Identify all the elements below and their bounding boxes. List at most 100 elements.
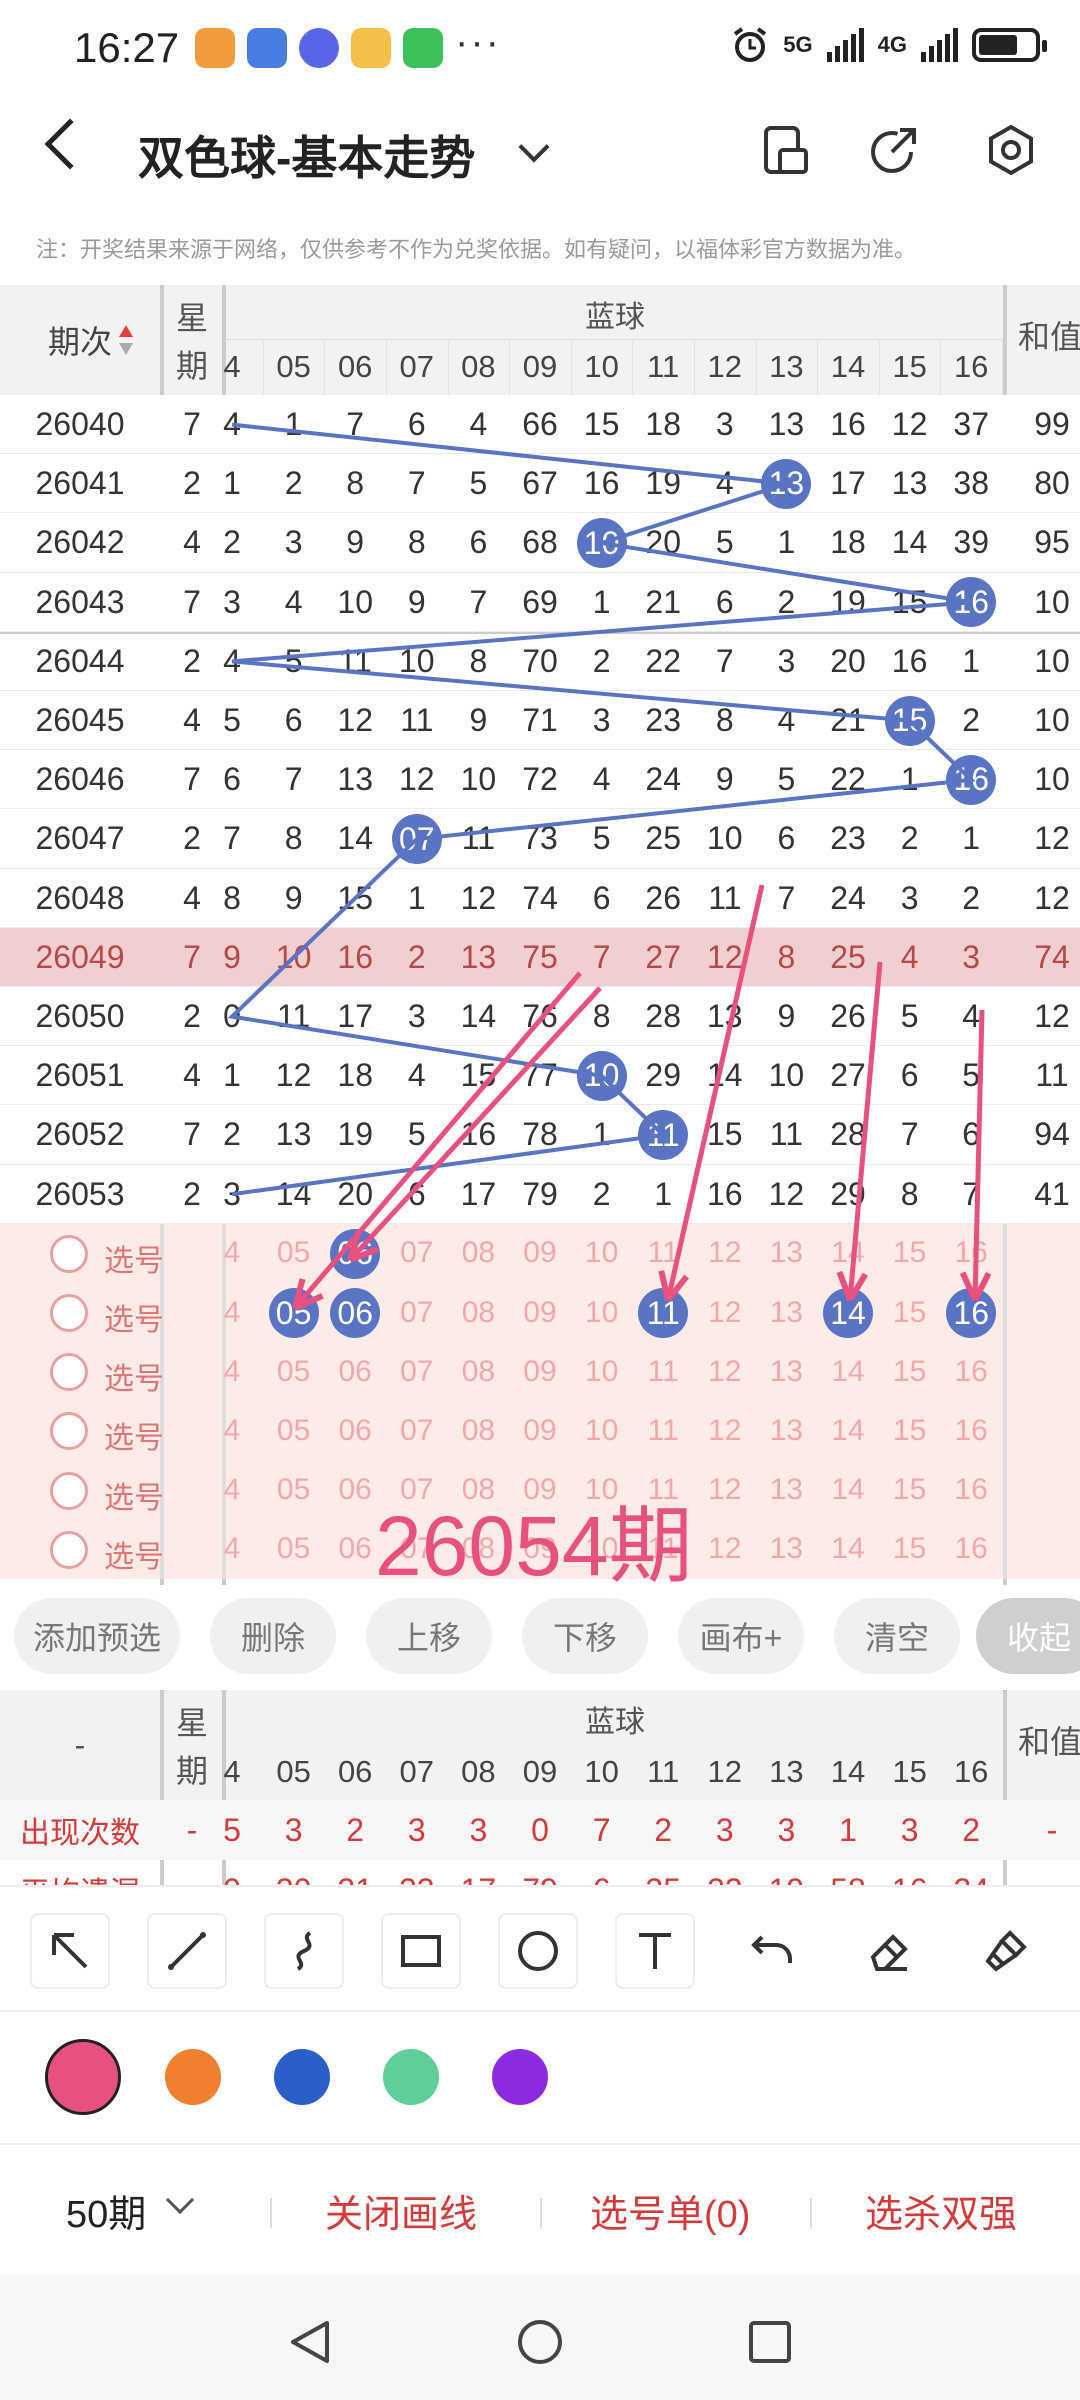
pick-number[interactable]: 05 bbox=[263, 1520, 325, 1579]
pick-number[interactable]: 13 bbox=[756, 1401, 818, 1460]
selected-ball[interactable]: 06 bbox=[330, 1288, 381, 1338]
pick-number[interactable]: 13 bbox=[756, 1461, 818, 1520]
pick-number[interactable]: 16 bbox=[940, 1520, 1002, 1579]
period-selector[interactable]: 50期 bbox=[66, 2183, 146, 2238]
pick-number[interactable]: 14 bbox=[817, 1520, 879, 1579]
pick-number[interactable]: 16 bbox=[940, 1342, 1002, 1401]
pick-number[interactable]: 15 bbox=[879, 1224, 941, 1283]
pick-number[interactable]: 07 bbox=[386, 1283, 448, 1342]
pick-number[interactable]: 15 bbox=[879, 1283, 941, 1342]
sort-icon[interactable] bbox=[118, 323, 134, 357]
pick-radio[interactable] bbox=[50, 1530, 88, 1569]
pick-radio[interactable] bbox=[50, 1294, 88, 1332]
pick-number[interactable]: 16 bbox=[940, 1461, 1002, 1520]
pick-number[interactable]: 12 bbox=[694, 1342, 756, 1401]
pick-number[interactable]: 14 bbox=[817, 1401, 879, 1460]
eraser-tool-icon[interactable] bbox=[849, 1913, 929, 1989]
close-lines-button[interactable]: 关闭画线 bbox=[325, 2183, 477, 2238]
pick-number[interactable]: 4 bbox=[201, 1461, 263, 1520]
selected-ball[interactable]: 11 bbox=[638, 1288, 689, 1338]
color-swatch[interactable] bbox=[45, 2039, 121, 2115]
pick-number[interactable]: 14 bbox=[817, 1224, 879, 1283]
color-swatch[interactable] bbox=[492, 2049, 548, 2105]
pick-number[interactable]: 12 bbox=[694, 1283, 756, 1342]
nav-back-icon[interactable] bbox=[285, 2317, 335, 2367]
pick-number[interactable]: 09 bbox=[509, 1342, 571, 1401]
move-down-button[interactable]: 下移 bbox=[522, 1598, 648, 1674]
pick-number[interactable]: 08 bbox=[448, 1401, 510, 1460]
pick-number[interactable]: 11 bbox=[632, 1224, 694, 1283]
pick-number[interactable]: 07 bbox=[386, 1401, 448, 1460]
pick-number[interactable]: 13 bbox=[756, 1224, 818, 1283]
undo-tool-icon[interactable] bbox=[732, 1913, 812, 1989]
settings-icon[interactable] bbox=[985, 124, 1037, 176]
arrow-tool-icon[interactable] bbox=[30, 1913, 110, 1989]
pick-number[interactable]: 10 bbox=[571, 1342, 633, 1401]
page-title[interactable]: 双色球-基本走势 bbox=[138, 122, 475, 188]
pick-number[interactable]: 16 bbox=[940, 1224, 1002, 1283]
freehand-tool-icon[interactable] bbox=[264, 1913, 344, 1989]
pick-number[interactable]: 10 bbox=[571, 1401, 633, 1460]
line-tool-icon[interactable] bbox=[147, 1913, 227, 1989]
nav-recents-icon[interactable] bbox=[745, 2317, 795, 2367]
selected-ball[interactable]: 14 bbox=[823, 1288, 873, 1338]
selected-ball[interactable]: 16 bbox=[946, 1288, 997, 1338]
pick-number[interactable]: 15 bbox=[879, 1401, 941, 1460]
back-button[interactable] bbox=[44, 118, 96, 170]
selection-list-button[interactable]: 选号单(0) bbox=[590, 2183, 750, 2238]
add-preselect-button[interactable]: 添加预选 bbox=[14, 1598, 180, 1674]
circle-tool-icon[interactable] bbox=[498, 1913, 578, 1989]
share-icon[interactable] bbox=[868, 124, 920, 176]
pick-number[interactable]: 12 bbox=[694, 1520, 756, 1579]
pick-number[interactable]: 05 bbox=[263, 1401, 325, 1460]
pick-number[interactable]: 11 bbox=[632, 1342, 694, 1401]
pick-number[interactable]: 4 bbox=[201, 1401, 263, 1460]
pick-number[interactable]: 07 bbox=[386, 1224, 448, 1283]
pick-number[interactable]: 13 bbox=[756, 1520, 818, 1579]
device-switch-icon[interactable] bbox=[758, 124, 810, 176]
pick-number[interactable]: 12 bbox=[694, 1224, 756, 1283]
pick-number[interactable]: 13 bbox=[756, 1342, 818, 1401]
text-tool-icon[interactable] bbox=[615, 1913, 695, 1989]
canvas-plus-button[interactable]: 画布+ bbox=[678, 1598, 804, 1674]
pick-number[interactable]: 08 bbox=[448, 1283, 510, 1342]
pick-number[interactable]: 10 bbox=[571, 1224, 633, 1283]
delete-button[interactable]: 删除 bbox=[210, 1598, 336, 1674]
selected-ball[interactable]: 06 bbox=[330, 1228, 381, 1279]
pick-number[interactable]: 05 bbox=[263, 1224, 325, 1283]
pick-number[interactable]: 15 bbox=[879, 1520, 941, 1579]
pick-number[interactable]: 12 bbox=[694, 1461, 756, 1520]
pick-number[interactable]: 15 bbox=[879, 1342, 941, 1401]
pick-number[interactable]: 09 bbox=[509, 1224, 571, 1283]
pick-number[interactable]: 12 bbox=[694, 1401, 756, 1460]
rectangle-tool-icon[interactable] bbox=[381, 1913, 461, 1989]
pick-number[interactable]: 14 bbox=[817, 1342, 879, 1401]
pick-number[interactable]: 09 bbox=[509, 1401, 571, 1460]
pick-number[interactable]: 4 bbox=[201, 1224, 263, 1283]
pick-number[interactable]: 15 bbox=[879, 1461, 941, 1520]
pick-number[interactable]: 07 bbox=[386, 1342, 448, 1401]
issue-column-header[interactable]: 期次 bbox=[0, 285, 160, 395]
clear-canvas-tool-icon[interactable] bbox=[966, 1913, 1046, 1989]
kill-strong-button[interactable]: 选杀双强 bbox=[865, 2183, 1017, 2238]
collapse-button[interactable]: 收起 bbox=[976, 1598, 1080, 1674]
pick-number[interactable]: 06 bbox=[324, 1401, 386, 1460]
pick-number[interactable]: 13 bbox=[756, 1283, 818, 1342]
move-up-button[interactable]: 上移 bbox=[366, 1598, 492, 1674]
pick-radio[interactable] bbox=[50, 1353, 88, 1392]
pick-radio[interactable] bbox=[50, 1234, 88, 1273]
pick-number[interactable]: 4 bbox=[201, 1342, 263, 1401]
color-swatch[interactable] bbox=[165, 2049, 221, 2105]
pick-radio[interactable] bbox=[50, 1471, 88, 1510]
pick-number[interactable]: 06 bbox=[324, 1342, 386, 1401]
pick-number[interactable]: 05 bbox=[263, 1342, 325, 1401]
pick-number[interactable]: 4 bbox=[201, 1283, 263, 1342]
color-swatch[interactable] bbox=[274, 2049, 330, 2105]
pick-number[interactable]: 08 bbox=[448, 1224, 510, 1283]
pick-number[interactable]: 4 bbox=[201, 1520, 263, 1579]
nav-home-icon[interactable] bbox=[515, 2317, 565, 2367]
color-swatch[interactable] bbox=[383, 2049, 439, 2105]
pick-number[interactable]: 05 bbox=[263, 1461, 325, 1520]
pick-number[interactable]: 08 bbox=[448, 1342, 510, 1401]
pick-number[interactable]: 14 bbox=[817, 1461, 879, 1520]
